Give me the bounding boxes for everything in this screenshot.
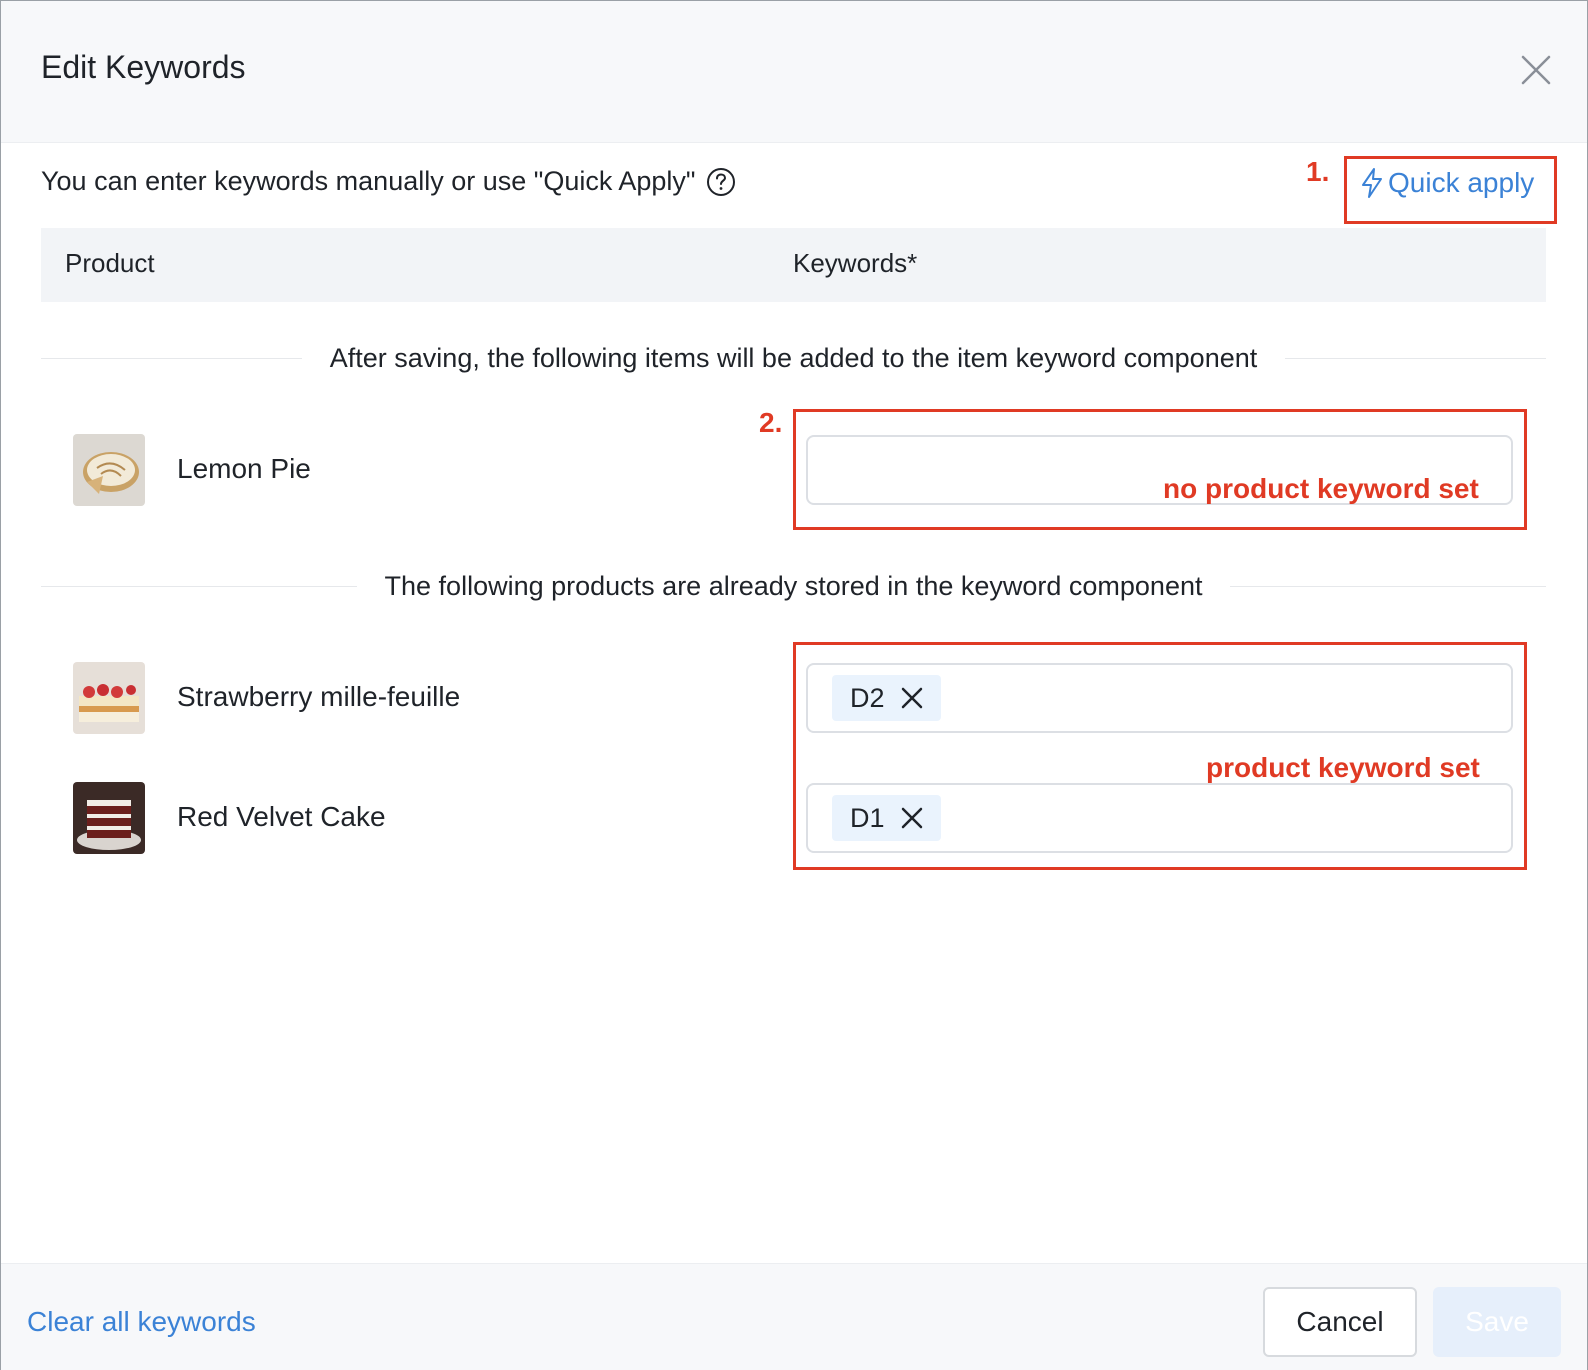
annotation-label-keyword-set: product keyword set — [1206, 752, 1480, 783]
close-icon[interactable] — [901, 807, 923, 829]
clear-all-keywords-link[interactable]: Clear all keywords — [27, 1306, 256, 1338]
intro-text-row: You can enter keywords manually or use "… — [41, 166, 736, 197]
annotation-label-no-keyword: no product keyword set — [1163, 473, 1479, 504]
section-divider-text: The following products are already store… — [384, 570, 1203, 601]
annotation-step-1: 1. — [1306, 156, 1330, 187]
save-button[interactable]: Save — [1433, 1287, 1561, 1357]
section-divider-text: After saving, the following items will b… — [329, 342, 1258, 373]
keyword-input-strawberry-mille-feuille[interactable]: D2 — [806, 663, 1513, 733]
edit-keywords-dialog: Edit Keywords You can enter keywords man… — [0, 0, 1588, 1370]
cancel-button[interactable]: Cancel — [1263, 1287, 1417, 1357]
keyword-tag-label: D2 — [850, 682, 885, 713]
product-thumbnail-strawberry-mille-feuille — [73, 662, 145, 734]
dialog-title: Edit Keywords — [41, 49, 246, 85]
keyword-input-red-velvet-cake[interactable]: D1 — [806, 783, 1513, 853]
close-icon[interactable] — [901, 687, 923, 709]
intro-text: You can enter keywords manually or use "… — [41, 166, 696, 196]
product-thumbnail-red-velvet-cake — [73, 782, 145, 854]
dialog-header: Edit Keywords — [1, 1, 1587, 143]
product-thumbnail-lemon-pie — [73, 434, 145, 506]
help-circle-icon[interactable] — [706, 167, 736, 197]
table-header: Product Keywords* — [41, 228, 1546, 302]
product-name: Red Velvet Cake — [177, 801, 386, 832]
product-name: Lemon Pie — [177, 453, 311, 484]
keyword-tag: D1 — [832, 795, 941, 841]
section-divider-new-items: After saving, the following items will b… — [41, 342, 1547, 374]
keyword-tag: D2 — [832, 675, 941, 721]
close-icon[interactable] — [1519, 53, 1553, 87]
lightning-icon — [1362, 168, 1382, 198]
quick-apply-label: Quick apply — [1388, 167, 1535, 198]
quick-apply-button[interactable]: Quick apply — [1360, 167, 1534, 199]
product-name: Strawberry mille-feuille — [177, 681, 461, 712]
section-divider-stored-items: The following products are already store… — [41, 570, 1547, 602]
column-header-keywords: Keywords* — [793, 248, 918, 278]
keyword-tag-label: D1 — [850, 802, 885, 833]
annotation-step-2: 2. — [759, 407, 783, 438]
column-header-product: Product — [65, 248, 155, 278]
